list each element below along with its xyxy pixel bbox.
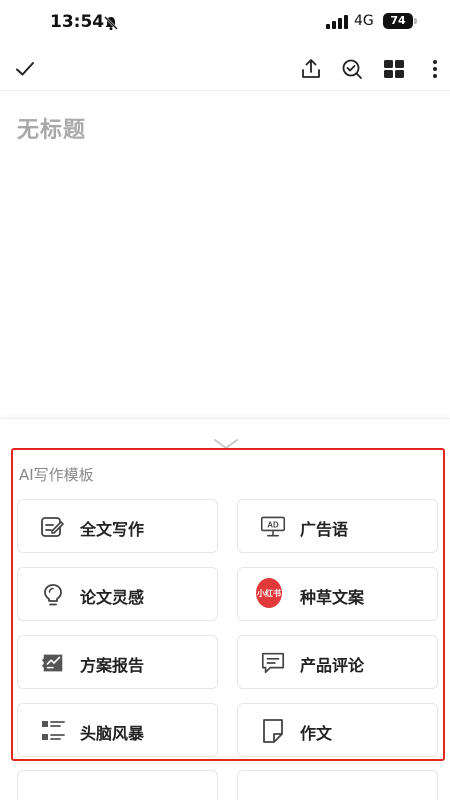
svg-text:AD: AD	[267, 520, 279, 529]
status-time: 13:54	[50, 12, 105, 32]
bell-muted-icon	[104, 16, 118, 31]
template-label: 产品评论	[300, 656, 365, 675]
network-type: 4G	[354, 13, 374, 29]
share-upload-icon[interactable]	[298, 56, 324, 82]
brainstorm-list-icon	[40, 718, 66, 744]
review-search-icon[interactable]	[339, 56, 365, 82]
template-label: 全文写作	[80, 520, 145, 539]
template-brainstorm[interactable]: 头脑风暴	[17, 703, 218, 757]
template-label: 作文	[300, 724, 333, 743]
ad-board-icon: AD	[260, 514, 286, 540]
document-title[interactable]: 无标题	[17, 112, 86, 144]
toolbar-divider	[0, 90, 450, 91]
xiaohongshu-badge-text: 小红书	[256, 578, 282, 608]
template-label: 广告语	[300, 520, 349, 539]
status-bar: 13:54 4G 74	[0, 0, 450, 46]
battery-tip	[414, 18, 417, 24]
template-product-review[interactable]: 产品评论	[237, 635, 438, 689]
signal-icon	[326, 15, 348, 29]
template-slogan[interactable]: AD 广告语	[237, 499, 438, 553]
template-label: 方案报告	[80, 656, 145, 675]
template-label: 论文灵感	[80, 588, 145, 607]
template-label: 种草文案	[300, 588, 365, 607]
edit-document-icon	[40, 514, 66, 540]
grid-layout-icon[interactable]	[381, 56, 407, 82]
comment-icon	[260, 650, 286, 676]
xiaohongshu-logo: 小红书	[256, 578, 282, 608]
more-options-icon[interactable]	[422, 56, 448, 82]
template-essay[interactable]: 作文	[237, 703, 438, 757]
editor-toolbar	[0, 50, 450, 90]
essay-page-icon	[260, 718, 286, 744]
template-card-partial[interactable]	[237, 770, 438, 800]
lightbulb-icon	[40, 582, 66, 608]
template-plan-report[interactable]: 方案报告	[17, 635, 218, 689]
done-check-icon[interactable]	[12, 56, 38, 82]
template-card-partial[interactable]	[17, 770, 218, 800]
template-thesis-ideas[interactable]: 论文灵感	[17, 567, 218, 621]
section-title: AI写作模板	[19, 466, 94, 484]
template-label: 头脑风暴	[80, 724, 145, 743]
report-icon	[40, 650, 66, 676]
template-recommendation-copy[interactable]: 小红书 种草文案	[237, 567, 438, 621]
battery-indicator: 74	[383, 13, 413, 29]
template-full-writing[interactable]: 全文写作	[17, 499, 218, 553]
